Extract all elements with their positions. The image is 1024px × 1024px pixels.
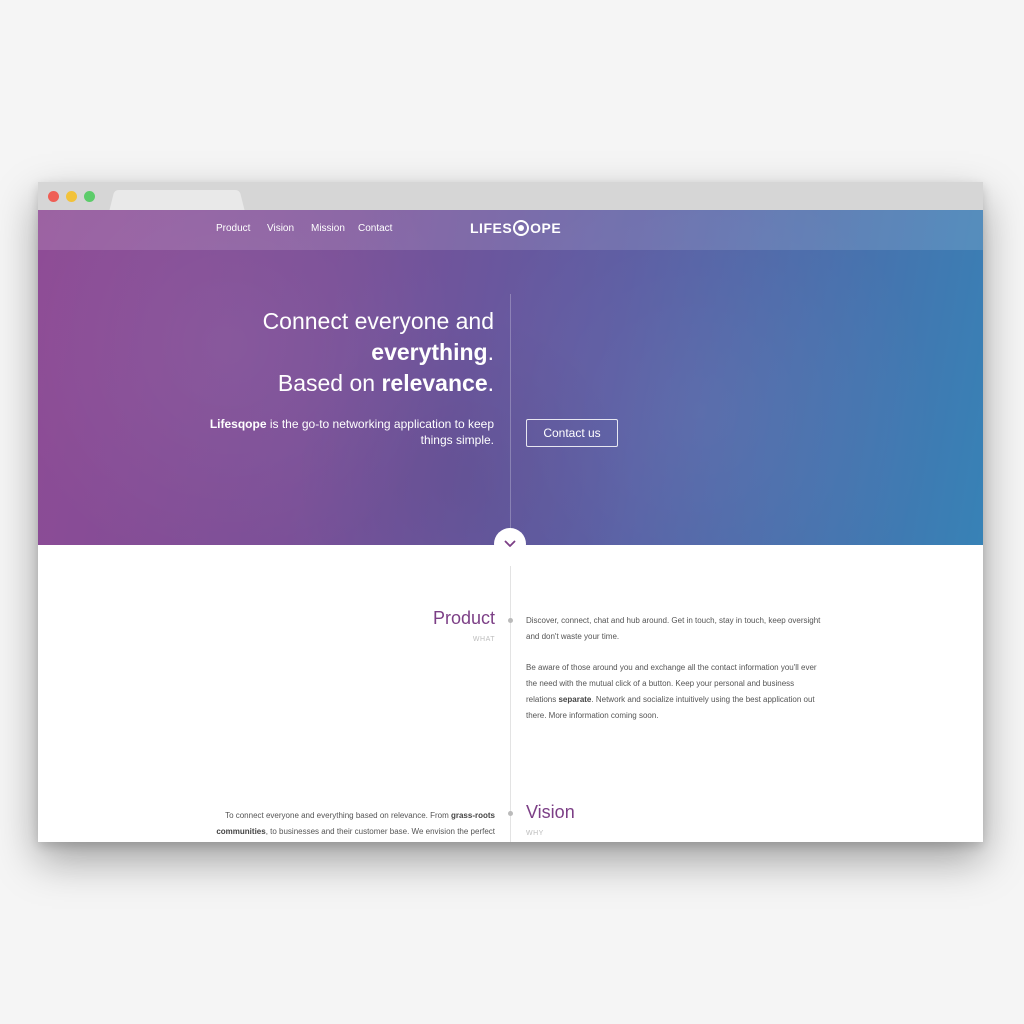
nav-vision[interactable]: Vision xyxy=(267,223,294,234)
chevron-down-icon xyxy=(504,540,516,547)
browser-tab[interactable] xyxy=(116,190,238,210)
hero-tagline: Lifesqope is the go-to networking applic… xyxy=(194,416,494,448)
logo-text-right: OPE xyxy=(530,220,562,236)
nav-contact[interactable]: Contact xyxy=(358,223,392,234)
vision-paragraph: To connect everyone and everything based… xyxy=(195,808,495,840)
vision-timeline-dot xyxy=(508,811,513,816)
top-navbar: Product Vision Mission Contact LIFES OPE xyxy=(38,210,983,250)
logo-text-left: LIFES xyxy=(470,220,513,236)
nav-product[interactable]: Product xyxy=(216,223,250,234)
hero-divider xyxy=(510,294,511,544)
headline-bold-relevance: relevance xyxy=(381,370,488,396)
logo-q-icon xyxy=(513,220,530,236)
hero-section: Product Vision Mission Contact LIFES OPE … xyxy=(38,210,983,545)
contact-us-button[interactable]: Contact us xyxy=(526,419,618,447)
browser-chrome xyxy=(38,182,983,210)
maximize-window-button[interactable] xyxy=(84,191,95,202)
product-para2-bold: separate xyxy=(558,695,592,704)
headline-bold-everything: everything xyxy=(371,339,488,365)
headline-line3: Based on xyxy=(277,370,382,396)
product-title: Product xyxy=(432,608,495,628)
scroll-down-button[interactable] xyxy=(494,528,526,560)
close-window-button[interactable] xyxy=(48,191,59,202)
browser-window: Product Vision Mission Contact LIFES OPE … xyxy=(38,182,983,842)
product-subtitle: WHAT xyxy=(472,636,495,643)
nav-mission[interactable]: Mission xyxy=(311,223,345,234)
tagline-brand: Lifesqope xyxy=(209,417,267,431)
vision-text-end: , to businesses and their customer base.… xyxy=(265,827,495,836)
timeline-line xyxy=(510,566,511,842)
vision-text: To connect everyone and everything based… xyxy=(225,811,451,820)
vision-subtitle: WHY xyxy=(526,830,544,837)
product-paragraph-1: Discover, connect, chat and hub around. … xyxy=(526,616,821,641)
vision-title: Vision xyxy=(526,802,575,822)
hero-headline: Connect everyone and everything. Based o… xyxy=(262,308,494,396)
product-paragraph-2: Be aware of those around you and exchang… xyxy=(526,660,826,724)
headline-line1: Connect everyone and xyxy=(262,308,494,334)
lifesqope-logo[interactable]: LIFES OPE xyxy=(470,220,561,236)
minimize-window-button[interactable] xyxy=(66,191,77,202)
product-timeline-dot xyxy=(508,618,513,623)
tagline-text: is the go-to networking application to k… xyxy=(266,417,494,447)
